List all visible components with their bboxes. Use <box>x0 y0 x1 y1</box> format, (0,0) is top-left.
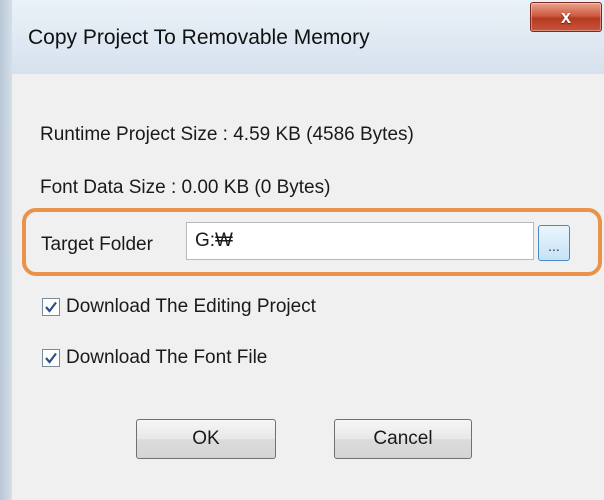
download-editing-project-checkbox[interactable] <box>42 298 60 316</box>
browse-button[interactable]: ... <box>538 225 570 261</box>
checkmark-icon <box>45 352 57 364</box>
download-editing-project-option[interactable]: Download The Editing Project <box>42 296 316 318</box>
font-data-size: Font Data Size : 0.00 KB (0 Bytes) <box>40 177 331 198</box>
target-folder-label: Target Folder <box>41 234 153 255</box>
window-frame-left <box>0 0 12 500</box>
ok-button[interactable]: OK <box>136 419 276 459</box>
download-font-file-label: Download The Font File <box>66 347 268 368</box>
download-font-file-option[interactable]: Download The Font File <box>42 347 267 369</box>
download-font-file-checkbox[interactable] <box>42 349 60 367</box>
cancel-button[interactable]: Cancel <box>334 419 472 459</box>
close-button[interactable]: x <box>530 2 602 32</box>
runtime-project-size: Runtime Project Size : 4.59 KB (4586 Byt… <box>40 124 414 145</box>
checkmark-icon <box>45 301 57 313</box>
dialog-body: Runtime Project Size : 4.59 KB (4586 Byt… <box>12 74 604 500</box>
target-folder-input[interactable] <box>186 222 534 260</box>
download-editing-project-label: Download The Editing Project <box>66 296 316 317</box>
dialog-title: Copy Project To Removable Memory <box>28 26 370 49</box>
close-icon: x <box>560 6 571 27</box>
title-bar[interactable]: Copy Project To Removable Memory x <box>12 0 604 74</box>
